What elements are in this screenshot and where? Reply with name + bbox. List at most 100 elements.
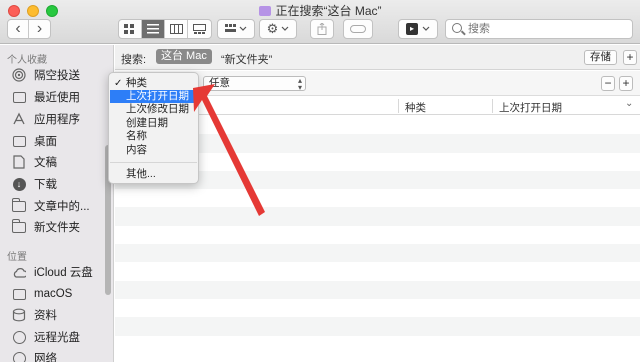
column-header-last-opened[interactable]: 上次打开日期 [499,100,562,115]
menu-item-last-modified[interactable]: 上次修改日期 [110,103,197,116]
sidebar-item-label: 资料 [34,310,57,322]
search-scope-bar: 搜索: 这台 Mac “新文件夹” 存储 + [115,45,640,70]
favorites-header: 个人收藏 [7,55,47,66]
window-toolbar: 正在搜索“这台 Mac” ‹ › ⚙ ▸ [0,0,640,44]
gallery-view-button[interactable] [188,20,211,38]
list-view-button[interactable] [142,20,165,38]
icloud-icon [12,265,26,279]
sort-chevron-icon: ⌄ [625,98,634,109]
downloads-icon: ↓ [12,177,26,191]
sidebar-item-label: 最近使用 [34,92,80,104]
column-header-kind[interactable]: 种类 [405,100,426,115]
sidebar-item-remote-disc[interactable]: 远程光盘 [12,328,80,346]
save-search-button[interactable]: 存储 [584,50,617,65]
add-criteria-button[interactable]: + [623,50,637,65]
menu-item-created[interactable]: 创建日期 [110,117,197,130]
sidebar-item-network[interactable]: 网络 [12,349,57,362]
scope-this-mac-button[interactable]: 这台 Mac [156,49,212,64]
annotation-arrow-icon [193,84,265,216]
sidebar-item-new-folder[interactable]: 新文件夹 [11,218,80,236]
window-title: 正在搜索“这台 Mac” [0,2,640,19]
smart-folder-icon [258,6,271,16]
icon-view-icon [124,24,134,34]
list-row [115,317,640,336]
menu-item-last-opened[interactable]: 上次打开日期 [110,90,197,103]
edit-tags-button[interactable] [343,19,373,39]
sidebar-item-downloads[interactable]: ↓ 下载 [12,175,57,193]
sidebar-item-label: 应用程序 [34,114,80,126]
sidebar-item-label: 下载 [34,179,57,191]
disk-icon [12,308,26,322]
search-icon [452,23,462,33]
scope-folder-button[interactable]: “新文件夹” [221,51,272,67]
column-divider [398,99,399,113]
airdrop-icon [12,68,26,82]
sidebar-item-data-disk[interactable]: 资料 [12,306,57,324]
column-view-icon [169,24,183,34]
menu-item-name[interactable]: 名称 [110,130,197,143]
sidebar-item-label: 桌面 [34,136,57,148]
forward-button[interactable]: › [29,20,50,38]
menu-item-contents[interactable]: 内容 [110,144,197,157]
tag-icon [350,25,366,33]
remove-criterion-button[interactable]: − [601,76,615,91]
search-input[interactable] [468,22,628,36]
column-view-button[interactable] [165,20,188,38]
sidebar-item-label: 网络 [34,353,57,362]
list-row [115,298,640,318]
column-divider [492,99,493,113]
desktop-icon [12,134,26,148]
sidebar-item-folder-article[interactable]: 文章中的... [11,197,90,215]
sidebar-item-recents[interactable]: 最近使用 [12,88,80,106]
list-row [115,262,640,281]
folder-icon [11,197,26,213]
sidebar-item-label: 文章中的... [34,201,90,213]
group-icon [225,24,247,32]
app-badge-icon: ▸ [406,23,418,35]
sidebar-item-applications[interactable]: 应用程序 [12,110,80,128]
add-criterion-button[interactable]: + [619,76,633,91]
action-button[interactable]: ⚙ [259,19,297,39]
nav-buttons: ‹ › [7,19,51,39]
sidebar: 个人收藏 隔空投送 最近使用 应用程序 桌面 文稿 ↓ 下载 文章中的... 新文… [0,45,114,362]
gallery-view-icon [193,24,206,34]
chevron-down-icon [281,26,289,31]
search-scope-label: 搜索: [121,54,147,66]
locations-header: 位置 [7,252,27,263]
share-icon [317,23,327,35]
menu-item-kind[interactable]: ✓ 种类 [110,77,197,90]
sidebar-item-icloud[interactable]: iCloud 云盘 [12,263,93,281]
back-button[interactable]: ‹ [8,20,29,38]
list-row [115,280,640,299]
sidebar-item-documents[interactable]: 文稿 [12,153,57,171]
documents-icon [12,155,26,169]
toolbar-search[interactable] [445,19,633,39]
share-button[interactable] [310,19,334,39]
network-icon [12,351,26,362]
folder-icon [11,218,26,234]
list-row [115,244,640,263]
sidebar-item-label: macOS [34,288,73,300]
group-by-button[interactable] [217,19,255,39]
chevron-down-icon [422,26,430,31]
disk-icon [12,287,26,301]
optical-disc-icon [12,330,26,344]
list-row [115,335,640,354]
applications-icon [12,112,26,126]
sidebar-item-desktop[interactable]: 桌面 [12,132,57,150]
checkmark-icon: ✓ [114,78,123,89]
remote-button[interactable]: ▸ [398,19,438,39]
sidebar-item-macos-disk[interactable]: macOS [12,285,72,303]
view-mode-control [118,19,212,39]
sidebar-item-label: 文稿 [34,157,57,169]
menu-item-other[interactable]: 其他... [110,168,197,181]
icon-view-button[interactable] [119,20,142,38]
up-down-arrows-icon: ▴ ▾ [297,76,302,92]
sidebar-item-label: 远程光盘 [34,332,80,344]
menu-divider [110,162,197,163]
gear-icon: ⚙ [266,21,279,36]
sidebar-item-label: 新文件夹 [34,222,80,234]
recents-icon [12,90,26,104]
sidebar-item-airdrop[interactable]: 隔空投送 [12,66,80,84]
sidebar-item-label: iCloud 云盘 [34,267,93,279]
